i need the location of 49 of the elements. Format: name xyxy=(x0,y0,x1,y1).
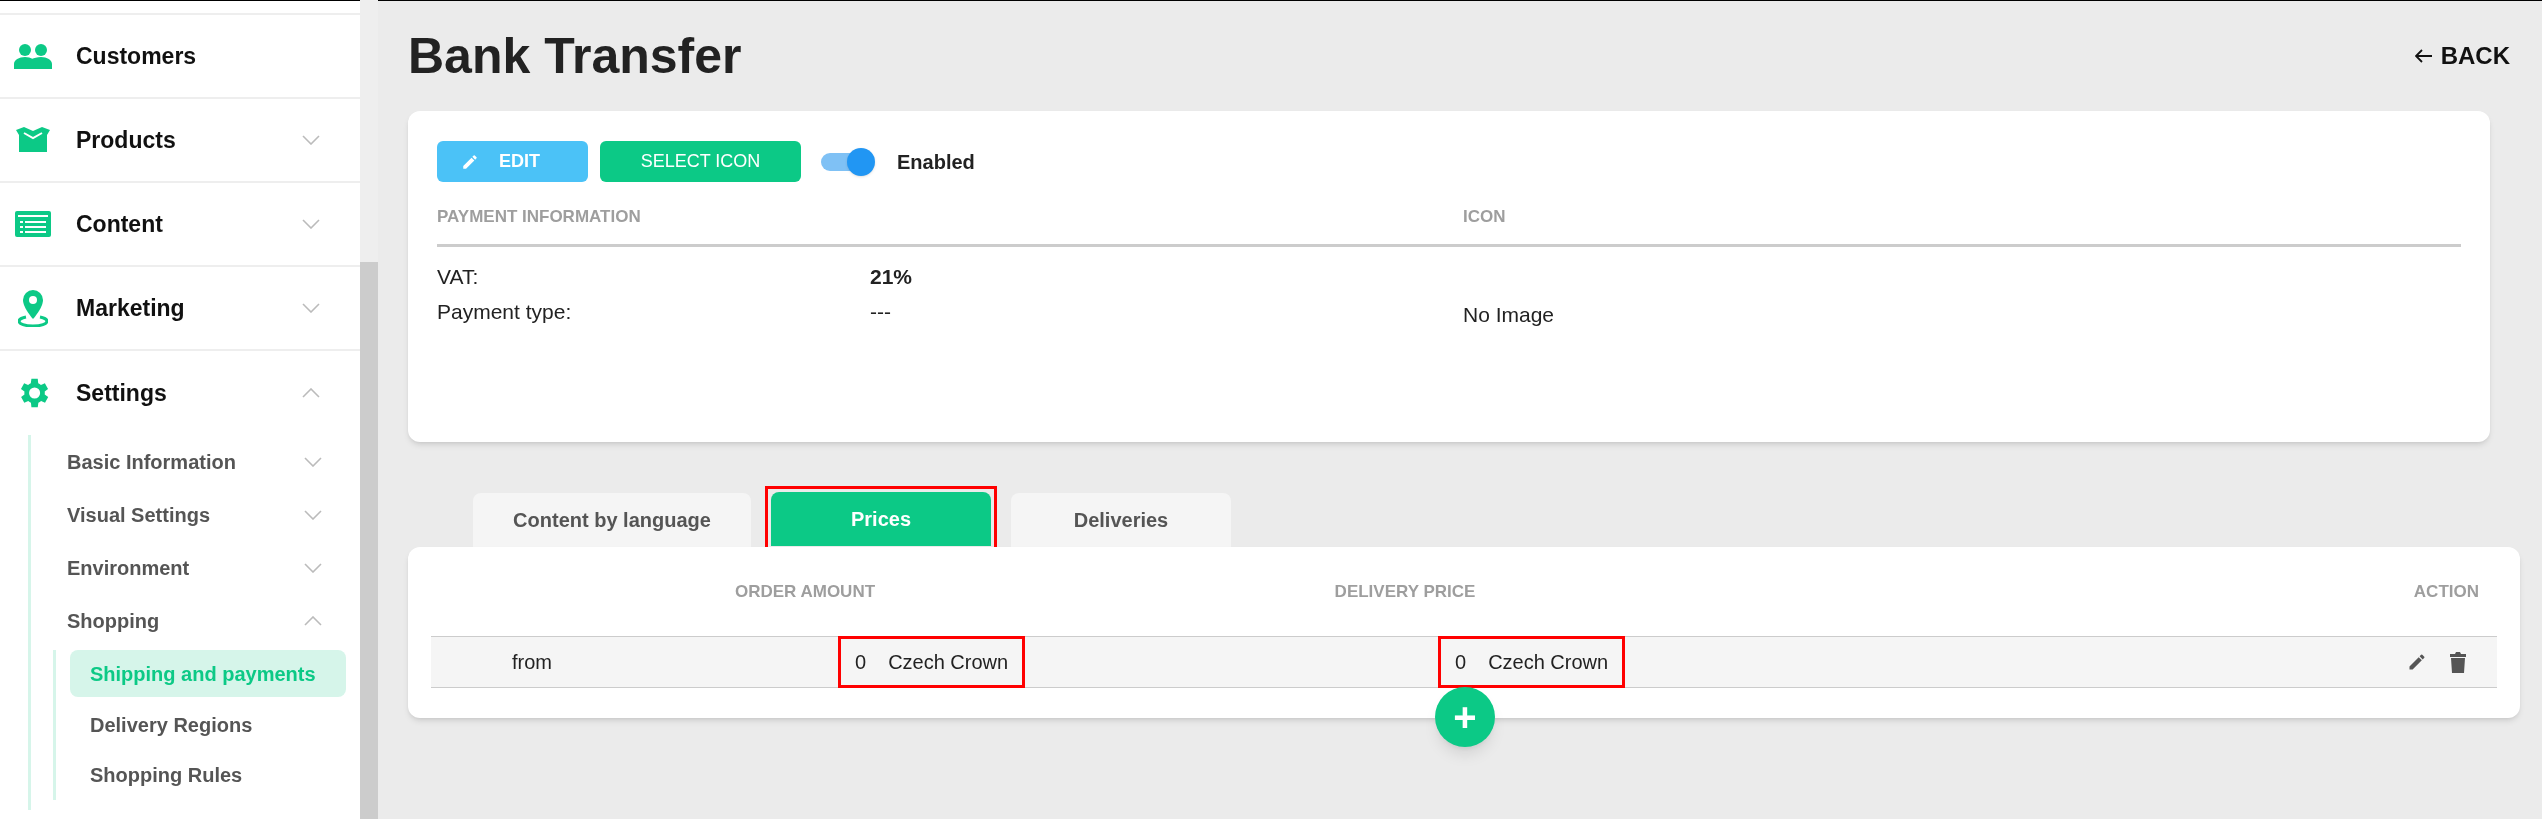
tab[interactable]: Deliveries xyxy=(1011,493,1231,547)
sidebar-subitem[interactable]: Basic Information xyxy=(67,446,304,477)
icon-value: No Image xyxy=(1463,301,1555,328)
chevron-down-icon[interactable] xyxy=(304,562,322,573)
box-icon xyxy=(14,126,52,154)
amount-value: 0 xyxy=(1455,650,1467,675)
toggle-label: Enabled xyxy=(897,149,975,175)
currency-label: Czech Crown xyxy=(888,650,1009,675)
back-link[interactable]: BACK xyxy=(2414,38,2510,74)
field-label: Payment type: xyxy=(437,299,573,325)
field-value: --- xyxy=(870,299,891,325)
chevron-down-icon[interactable] xyxy=(302,135,320,145)
chevron-down-icon[interactable] xyxy=(304,456,322,467)
chevron-up-icon[interactable] xyxy=(302,388,320,398)
sidebar-item[interactable]: Customers xyxy=(76,38,320,74)
tab[interactable]: Content by language xyxy=(473,493,751,547)
chevron-down-icon[interactable] xyxy=(302,303,320,313)
page-title: Bank Transfer xyxy=(408,26,742,86)
sidebar-subitem[interactable]: Visual Settings xyxy=(67,499,304,530)
sidebar-item[interactable]: Marketing xyxy=(76,290,302,326)
list-icon xyxy=(14,210,52,238)
arrow-left-icon xyxy=(2414,49,2433,63)
chevron-down-icon[interactable] xyxy=(302,219,320,229)
amount-value: 0 xyxy=(855,650,867,675)
sidebar-item[interactable]: Content xyxy=(76,206,302,242)
scrollbar-thumb[interactable] xyxy=(360,262,378,819)
column-header: ICON xyxy=(1463,206,1506,228)
location-pin-icon xyxy=(18,289,48,327)
sidebar-subitem[interactable]: Shopping Rules xyxy=(70,750,360,800)
sidebar-subitem[interactable]: Environment xyxy=(67,552,304,583)
pencil-icon[interactable] xyxy=(2407,652,2427,672)
field-label: VAT: xyxy=(437,263,480,290)
currency-label: Czech Crown xyxy=(1488,650,1609,675)
people-icon xyxy=(14,43,52,69)
sidebar-item[interactable]: Settings xyxy=(76,375,302,411)
pencil-icon xyxy=(461,152,479,171)
toggle-switch[interactable] xyxy=(821,147,875,176)
sidebar-subitem[interactable]: Delivery Regions xyxy=(70,700,360,750)
table-cell: from xyxy=(512,651,552,673)
column-header: PAYMENT INFORMATION xyxy=(437,206,642,228)
sidebar-subitem[interactable]: Shopping xyxy=(67,605,304,636)
column-header: DELIVERY PRICE xyxy=(1333,580,1477,603)
chevron-down-icon[interactable] xyxy=(304,509,322,520)
trash-icon[interactable] xyxy=(2449,651,2467,673)
field-value: 21% xyxy=(870,263,913,290)
column-header: ORDER AMOUNT xyxy=(733,580,877,603)
chevron-up-icon[interactable] xyxy=(304,615,322,626)
sidebar-item[interactable]: Products xyxy=(76,122,302,158)
column-header: ACTION xyxy=(2413,580,2480,603)
